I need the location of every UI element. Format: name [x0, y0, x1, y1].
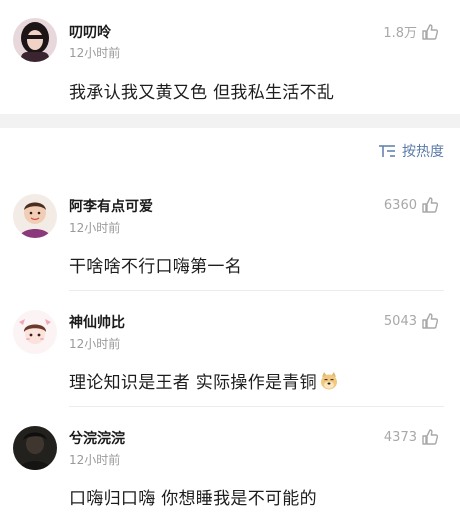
avatar[interactable] [13, 310, 57, 354]
comment-divider [69, 406, 444, 407]
thumbs-up-icon [422, 429, 439, 445]
username[interactable]: 神仙帅比 [69, 312, 125, 332]
like-button[interactable]: 1.8万 [383, 22, 439, 41]
like-count: 1.8万 [383, 26, 417, 41]
like-count: 5043 [383, 313, 417, 329]
like-count: 4373 [383, 429, 417, 445]
username[interactable]: 叨叨呤 [69, 22, 111, 42]
like-button[interactable]: 4373 [384, 428, 439, 446]
username[interactable]: 阿李有点可爱 [69, 196, 153, 216]
doge-emoji-icon [320, 372, 337, 390]
like-button[interactable]: 5043 [384, 312, 439, 330]
section-divider [0, 114, 460, 128]
comment-text: 口嗨归口嗨 你想睡我是不可能的 [69, 489, 317, 509]
timestamp: 12小时前 [69, 221, 121, 235]
sort-icon [379, 145, 395, 157]
comment-text: 理论知识是王者 实际操作是青铜 [69, 368, 339, 393]
sort-label: 按热度 [402, 144, 444, 160]
username[interactable]: 兮浣浣浣 [69, 428, 125, 448]
avatar[interactable] [13, 426, 57, 470]
timestamp: 12小时前 [69, 46, 121, 60]
dark-portrait-avatar-icon [13, 426, 57, 470]
toddler-avatar-icon [13, 194, 57, 238]
thumbs-up-icon [422, 197, 439, 213]
comment-text: 干啥啥不行口嗨第一名 [69, 257, 242, 277]
comment-item: 兮浣浣浣 12小时前 4373 口嗨归口嗨 你想睡我是不可能的 [0, 418, 460, 514]
comment-divider [69, 290, 444, 291]
avatar[interactable] [13, 18, 57, 62]
comment-item: 叨叨呤 12小时前 1.8万 我承认我又黄又色 但我私生活不乱 [0, 0, 460, 114]
cartoon-avatar-icon [13, 310, 57, 354]
girl-avatar-icon [13, 18, 57, 62]
sort-button[interactable]: 按热度 [378, 141, 444, 161]
comment-text-body: 理论知识是王者 实际操作是青铜 [69, 373, 317, 393]
like-button[interactable]: 6360 [384, 196, 439, 214]
comment-text: 我承认我又黄又色 但我私生活不乱 [69, 83, 335, 103]
thumbs-up-icon [422, 313, 439, 329]
thumbs-up-icon [422, 23, 439, 40]
comment-item: 阿李有点可爱 12小时前 6360 干啥啥不行口嗨第一名 [0, 186, 460, 290]
avatar[interactable] [13, 194, 57, 238]
like-count: 6360 [383, 197, 417, 213]
timestamp: 12小时前 [69, 453, 121, 467]
comment-item: 神仙帅比 12小时前 5043 理论知识是王者 实际操作是青铜 [0, 302, 460, 406]
timestamp: 12小时前 [69, 337, 121, 351]
